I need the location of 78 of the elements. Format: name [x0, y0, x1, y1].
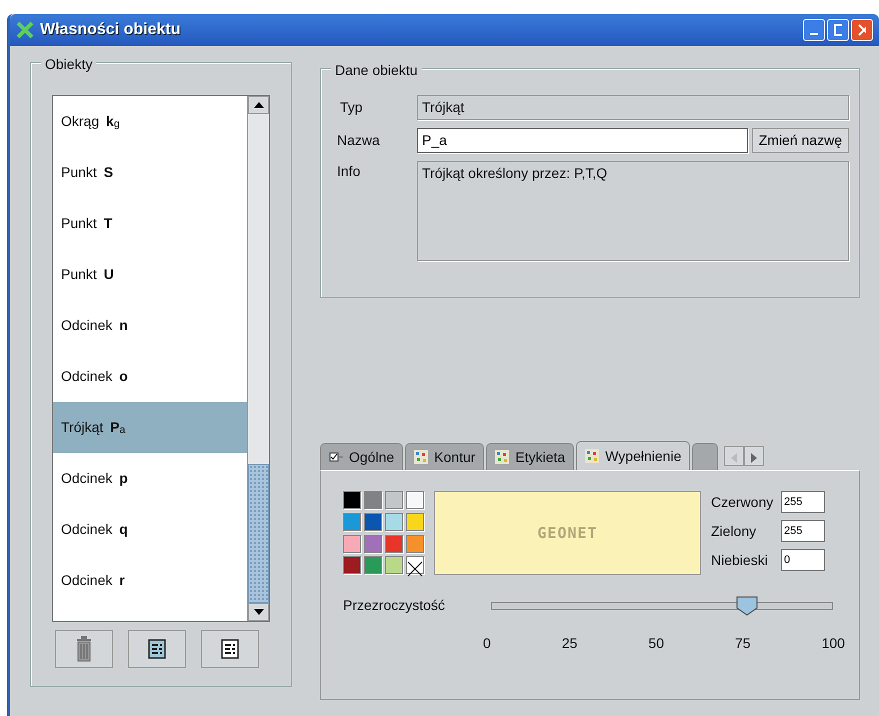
info-field: Trójkąt określony przez: P,T,Q — [417, 161, 849, 261]
app-icon — [16, 21, 34, 39]
slider-thumb[interactable] — [736, 596, 758, 616]
channel-label: Zielony — [711, 522, 758, 541]
close-button[interactable] — [851, 19, 873, 41]
palette-icon — [585, 449, 600, 463]
field-label: Nazwa — [337, 131, 381, 150]
tab[interactable]: Kontur — [405, 443, 484, 470]
channel-field[interactable]: 0 — [781, 549, 825, 571]
left-arrow-icon — [730, 453, 738, 464]
list-button[interactable] — [201, 630, 259, 668]
scroll-right-button[interactable] — [744, 446, 764, 466]
tick-label: 50 — [648, 634, 664, 653]
list-item[interactable]: Punkt S — [53, 147, 247, 198]
type-field: Trójkąt — [417, 95, 849, 120]
close-icon — [858, 24, 866, 36]
color-swatch[interactable] — [385, 512, 403, 531]
list-button[interactable] — [128, 630, 186, 668]
color-swatch[interactable] — [343, 534, 361, 552]
maximize-button[interactable] — [827, 19, 849, 41]
channel-field[interactable]: 255 — [781, 491, 825, 513]
color-swatch[interactable] — [385, 534, 403, 552]
color-swatch[interactable] — [343, 556, 361, 574]
window-title: Własności obiektu — [40, 20, 180, 40]
color-swatch[interactable] — [364, 491, 382, 509]
color-swatch[interactable] — [364, 534, 382, 552]
channel-label: Czerwony — [711, 492, 774, 512]
palette-icon — [414, 450, 428, 464]
list-item[interactable]: Okrąg k$_{g}$ — [53, 96, 247, 147]
list-icon — [148, 639, 166, 659]
field-label: Info — [337, 162, 362, 181]
color-swatch[interactable] — [364, 556, 382, 574]
palette-icon — [495, 450, 510, 464]
scroll-up-icon[interactable] — [254, 102, 264, 108]
tick-label: 0 — [483, 634, 491, 653]
list-icon — [221, 639, 239, 659]
minimize-button[interactable] — [803, 19, 825, 41]
rename-button[interactable]: Zmień nazwę — [752, 128, 849, 153]
logo: GEONET — [537, 522, 598, 544]
right-arrow-icon — [750, 453, 758, 464]
list-item[interactable]: Odcinek p — [53, 453, 247, 504]
color-swatch[interactable] — [343, 512, 361, 531]
no-color-swatch[interactable] — [406, 556, 424, 574]
list-item[interactable]: Punkt U — [53, 249, 247, 300]
list-item[interactable]: Odcinek q — [53, 504, 247, 555]
field-label: Typ — [339, 98, 364, 117]
color-swatch[interactable] — [364, 512, 382, 531]
slider-label: Przezroczystość — [343, 596, 446, 615]
channel-field[interactable]: 255 — [781, 520, 825, 542]
tick-label: 25 — [562, 634, 578, 653]
color-swatch[interactable] — [406, 512, 424, 531]
list-item[interactable]: Trójkąt P$_{a}$ — [53, 402, 247, 453]
scroll-left-button[interactable] — [724, 446, 744, 466]
scroll-thumb[interactable] — [248, 464, 269, 603]
list-item[interactable]: Odcinek o — [53, 351, 247, 402]
delete-button[interactable] — [55, 630, 113, 668]
scroll-down-icon[interactable] — [254, 609, 264, 615]
name-field[interactable]: P_a — [417, 128, 748, 153]
tick-label: 100 — [822, 634, 845, 653]
checkbox-icon — [329, 451, 343, 463]
maximize-icon — [834, 24, 842, 36]
color-swatch[interactable] — [343, 491, 361, 509]
color-swatch[interactable] — [406, 491, 424, 509]
tab[interactable]: Etykieta — [486, 443, 574, 470]
scrollbar[interactable] — [247, 96, 269, 621]
color-swatch[interactable] — [406, 534, 424, 552]
minimize-icon — [810, 33, 818, 35]
tab[interactable]: Wypełnienie — [576, 441, 690, 470]
tab[interactable] — [692, 443, 718, 470]
tick-label: 75 — [735, 634, 751, 653]
list-item[interactable]: Odcinek n — [53, 300, 247, 351]
color-swatch[interactable] — [385, 556, 403, 574]
color-swatch[interactable] — [385, 491, 403, 509]
tab[interactable]: Ogólne — [320, 443, 404, 470]
trash-icon — [76, 636, 92, 662]
channel-label: Niebieski — [711, 550, 769, 570]
list-item[interactable]: Punkt T — [53, 198, 247, 249]
list-item[interactable]: Odcinek r — [53, 555, 247, 606]
